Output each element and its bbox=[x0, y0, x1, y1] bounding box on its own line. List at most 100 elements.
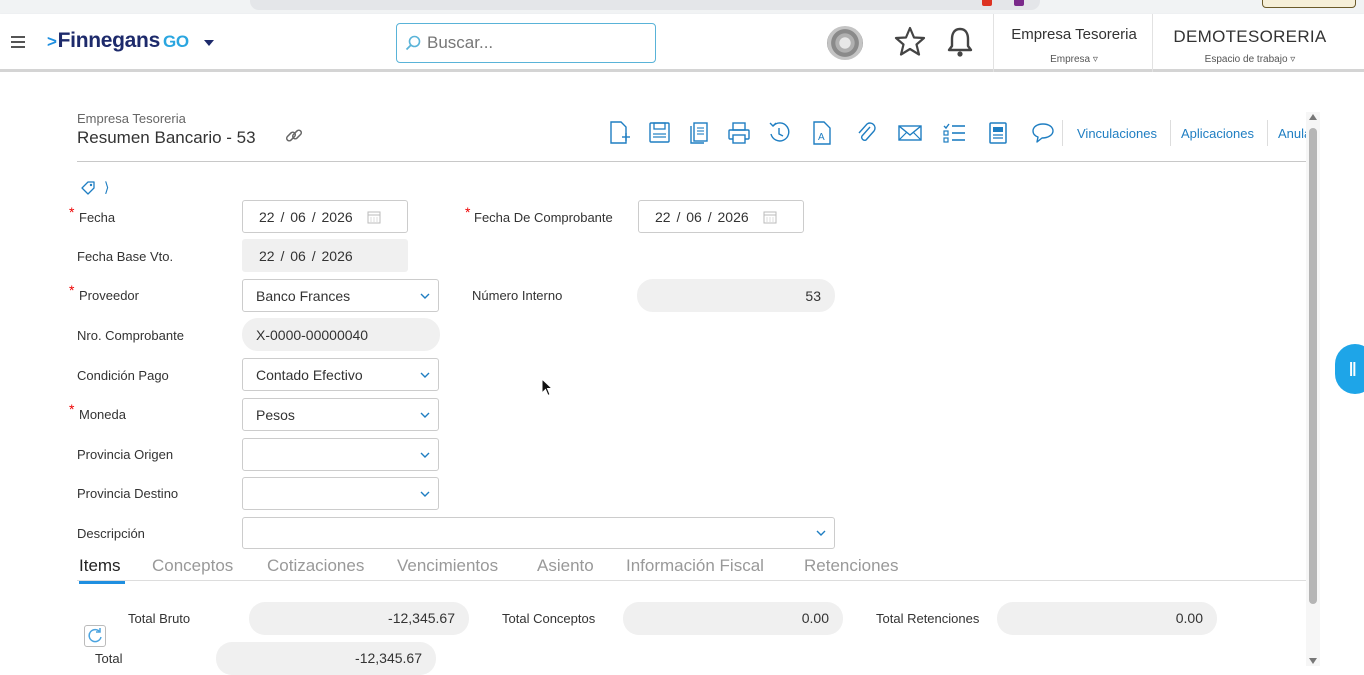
required-marker: * bbox=[465, 204, 471, 220]
tab-items[interactable]: Items bbox=[79, 556, 125, 584]
provincia-destino-select[interactable] bbox=[242, 477, 439, 510]
fecha-comprobante-label: Fecha De Comprobante bbox=[474, 210, 613, 225]
app-launcher-icon[interactable] bbox=[827, 26, 863, 60]
chevron-down-icon[interactable] bbox=[419, 449, 431, 461]
nro-comprobante-field: X-0000-00000040 bbox=[242, 318, 440, 351]
refresh-icon bbox=[88, 628, 102, 643]
browser-url-bar[interactable] bbox=[250, 0, 1040, 10]
chevron-down-icon[interactable] bbox=[815, 527, 827, 539]
mouse-cursor-icon bbox=[541, 378, 554, 397]
total-label: Total bbox=[95, 651, 123, 666]
chevron-down-icon[interactable] bbox=[419, 290, 431, 302]
search-input[interactable] bbox=[427, 32, 647, 54]
company-selector[interactable]: Empresa Tesoreria Empresa ▿ bbox=[993, 14, 1153, 72]
hamburger-menu-icon[interactable] bbox=[11, 36, 25, 51]
panel-handle-icon: || bbox=[1349, 360, 1356, 377]
checklist-icon[interactable] bbox=[943, 120, 967, 146]
vinculaciones-link[interactable]: Vinculaciones bbox=[1077, 126, 1157, 141]
tab-cotizaciones[interactable]: Cotizaciones bbox=[267, 556, 364, 576]
calendar-icon[interactable] bbox=[367, 210, 381, 224]
page-company: Empresa Tesoreria bbox=[77, 111, 186, 126]
chevron-down-icon[interactable] bbox=[419, 488, 431, 500]
condicion-pago-select[interactable]: Contado Efectivo bbox=[242, 358, 439, 391]
fecha-label: Fecha bbox=[79, 210, 116, 225]
total-field: -12,345.67 bbox=[216, 642, 436, 675]
brand-logo[interactable]: >Finnegans GO bbox=[47, 29, 189, 53]
nro-comprobante-label: Nro. Comprobante bbox=[77, 328, 184, 343]
vertical-scrollbar[interactable] bbox=[1306, 112, 1320, 666]
calendar-icon[interactable] bbox=[763, 210, 777, 224]
total-conceptos-field: 0.00 bbox=[623, 602, 843, 635]
moneda-select[interactable]: Pesos bbox=[242, 398, 439, 431]
anular-link[interactable]: Anular bbox=[1278, 126, 1306, 141]
save-icon[interactable] bbox=[648, 120, 672, 146]
report-icon[interactable] bbox=[986, 120, 1010, 146]
tab-informacion-fiscal[interactable]: Información Fiscal bbox=[626, 556, 764, 576]
numero-interno-label: Número Interno bbox=[472, 288, 563, 303]
scroll-down-arrow-icon[interactable] bbox=[1309, 658, 1317, 664]
proveedor-select[interactable]: Banco Frances bbox=[242, 279, 439, 312]
fecha-comprobante-date-input[interactable]: 22 / 06 / 2026 bbox=[638, 200, 804, 233]
link-icon[interactable] bbox=[284, 126, 304, 146]
print-icon[interactable] bbox=[727, 120, 751, 146]
required-marker: * bbox=[69, 282, 75, 298]
total-value: -12,345.67 bbox=[355, 650, 422, 666]
history-icon[interactable] bbox=[767, 120, 791, 146]
email-icon[interactable] bbox=[898, 120, 922, 146]
svg-text:A: A bbox=[818, 132, 825, 143]
refresh-button[interactable] bbox=[84, 625, 106, 647]
chevron-down-icon[interactable] bbox=[419, 369, 431, 381]
fecha-date-input[interactable]: 22 / 06 / 2026 bbox=[242, 200, 408, 233]
new-document-icon[interactable] bbox=[607, 120, 631, 146]
brand-suffix: GO bbox=[162, 32, 189, 51]
browser-profile-button[interactable] bbox=[1262, 0, 1356, 8]
tab-retenciones[interactable]: Retenciones bbox=[804, 556, 899, 576]
fecha-base-vto-label: Fecha Base Vto. bbox=[77, 249, 174, 264]
total-bruto-label: Total Bruto bbox=[128, 611, 191, 626]
bell-icon[interactable] bbox=[946, 26, 974, 58]
scrollbar-thumb[interactable] bbox=[1309, 128, 1317, 604]
proveedor-value: Banco Frances bbox=[256, 288, 351, 304]
side-panel-toggle[interactable]: || bbox=[1335, 344, 1364, 394]
chevron-down-icon[interactable] bbox=[419, 409, 431, 421]
star-icon[interactable] bbox=[894, 26, 926, 56]
provincia-origen-select[interactable] bbox=[242, 438, 439, 471]
fecha-base-vto-date-input: 22 / 06 / 2026 bbox=[242, 239, 408, 272]
toolbar-separator bbox=[1170, 120, 1171, 146]
brand-menu-caret-icon[interactable] bbox=[204, 40, 214, 46]
required-marker: * bbox=[69, 401, 75, 417]
moneda-value: Pesos bbox=[256, 407, 295, 423]
fecha-date-value: 22 / 06 / 2026 bbox=[259, 209, 353, 225]
condicion-pago-label: Condición Pago bbox=[77, 368, 169, 383]
descripcion-label: Descripción bbox=[77, 526, 145, 541]
provincia-destino-label: Provincia Destino bbox=[77, 486, 179, 501]
tab-asiento[interactable]: Asiento bbox=[537, 556, 594, 576]
aplicaciones-link[interactable]: Aplicaciones bbox=[1181, 126, 1254, 141]
anular-link-clip: Anular bbox=[1278, 122, 1306, 142]
workspace-selector[interactable]: DEMOTESORERIA Espacio de trabajo ▿ bbox=[1154, 14, 1364, 72]
moneda-label: Moneda bbox=[79, 407, 126, 422]
extension-icon[interactable] bbox=[1014, 0, 1024, 6]
tab-conceptos[interactable]: Conceptos bbox=[152, 556, 233, 576]
page-title: Resumen Bancario - 53 bbox=[77, 128, 256, 147]
attach-icon[interactable] bbox=[854, 120, 878, 146]
copy-icon[interactable] bbox=[688, 120, 712, 146]
expand-chevron-icon[interactable]: ⟩ bbox=[104, 179, 109, 196]
workspace-label: Espacio de trabajo ▿ bbox=[1204, 54, 1296, 65]
tab-vencimientos[interactable]: Vencimientos bbox=[397, 556, 498, 576]
provincia-origen-label: Provincia Origen bbox=[77, 447, 174, 462]
fecha-base-vto-date-value: 22 / 06 / 2026 bbox=[259, 248, 353, 264]
company-name: Empresa Tesoreria bbox=[1011, 26, 1137, 43]
scroll-up-arrow-icon[interactable] bbox=[1309, 114, 1317, 120]
header-divider bbox=[77, 161, 1306, 162]
brand-chevron-icon: > bbox=[47, 32, 57, 51]
detail-tabs: Items Conceptos Cotizaciones Vencimiento… bbox=[77, 553, 1306, 584]
nro-comprobante-value: X-0000-00000040 bbox=[256, 327, 369, 343]
company-label: Empresa ▿ bbox=[1050, 54, 1098, 65]
global-search[interactable] bbox=[396, 23, 656, 63]
tag-icon[interactable] bbox=[80, 180, 96, 196]
document-a-icon[interactable]: A bbox=[810, 120, 834, 146]
comment-icon[interactable] bbox=[1031, 120, 1055, 146]
extension-icon[interactable] bbox=[982, 0, 992, 6]
descripcion-select[interactable] bbox=[242, 517, 835, 549]
